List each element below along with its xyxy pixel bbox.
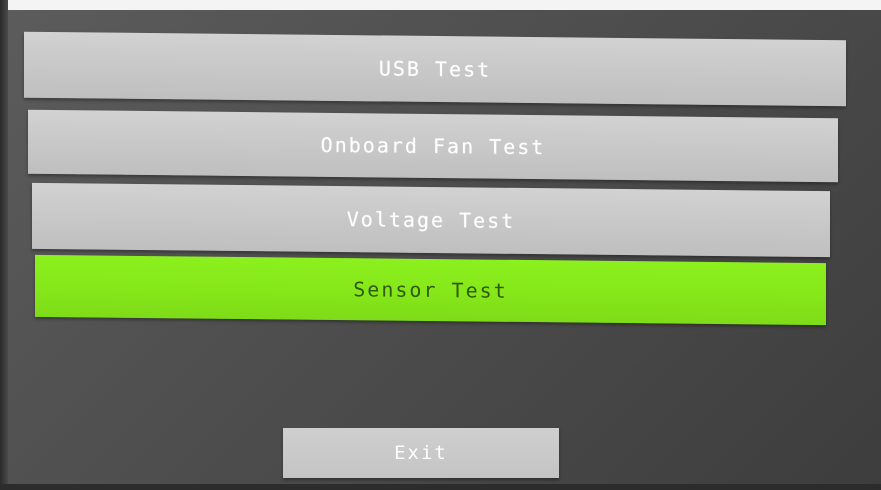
test-menu: USB Test Onboard Fan Test Voltage Test S… (0, 0, 881, 490)
menu-item-label: USB Test (378, 56, 492, 82)
menu-item-voltage-test[interactable]: Voltage Test (32, 182, 830, 258)
menu-item-sensor-test[interactable]: Sensor Test (35, 254, 826, 326)
menu-item-label: Sensor Test (353, 277, 508, 303)
test-menu-screen: USB Test Onboard Fan Test Voltage Test S… (0, 0, 881, 490)
menu-item-onboard-fan-test[interactable]: Onboard Fan Test (28, 109, 838, 183)
monitor-bezel-bottom (0, 484, 881, 490)
menu-item-usb-test[interactable]: USB Test (24, 31, 846, 107)
menu-item-label: Voltage Test (346, 207, 516, 233)
exit-button-label: Exit (394, 442, 448, 464)
menu-item-label: Onboard Fan Test (320, 132, 546, 160)
exit-button[interactable]: Exit (283, 428, 559, 478)
